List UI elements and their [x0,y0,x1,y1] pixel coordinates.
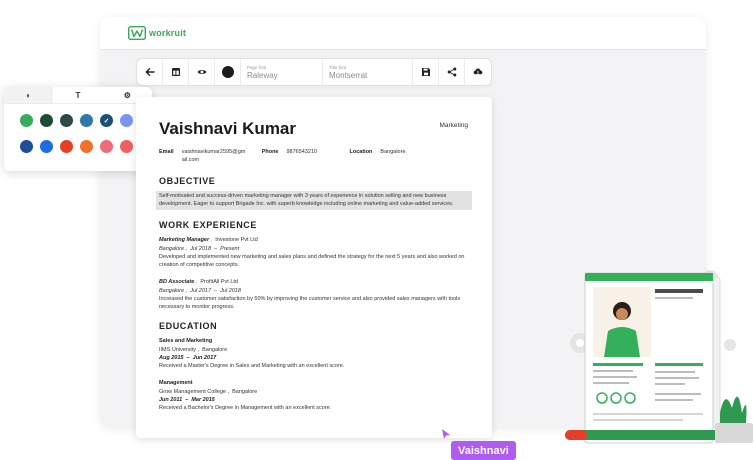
work-experience-heading: WORK EXPERIENCE [159,220,258,231]
location-value[interactable]: Bangalore [380,149,405,165]
email-line-1: vaishnavikumar2595@gm [181,149,246,155]
resume-illustration [565,270,753,444]
preview-button[interactable] [189,59,215,85]
phone-value[interactable]: 9876543210 [287,149,350,165]
job-description: Increased the customer satisfaction by 5… [159,295,461,311]
job-end: Jul 2018 [220,287,241,294]
page-font-select[interactable]: Page font Raleway [241,59,323,85]
color-swatch[interactable] [120,114,133,127]
job-end: Present [220,245,240,252]
resume-header: Vaishnavi Kumar Marketing [159,119,470,139]
education-degree: Management [159,380,193,387]
education-heading: EDUCATION [159,321,218,332]
style-panel-tabs: ◐ T ⚙ [4,87,152,104]
resume-role[interactable]: Marketing [439,122,468,129]
editor-toolbar: Page font Raleway Title font Montserrat [136,58,492,86]
download-button[interactable] [465,59,491,85]
color-swatch[interactable] [40,140,53,153]
cloud-download-icon [473,68,483,77]
share-icon [447,67,456,77]
education-school: Grow Management College [159,388,226,395]
theme-color-button[interactable] [215,59,241,85]
text-icon: T [75,90,81,100]
resume-name[interactable]: Vaishnavi Kumar [159,119,296,139]
education-city: Bangalore [232,388,258,395]
job-title: BD Associate [159,279,195,286]
job-start: Jul 2018 [190,245,211,252]
top-bar: workruit [100,17,706,50]
save-icon [421,68,430,76]
job-entry[interactable]: BD Associate , ProfitAll Pvt Ltd Bangalo… [159,278,470,311]
title-font-select[interactable]: Title font Montserrat [323,59,413,85]
tab-colors[interactable]: ◐ [4,87,54,103]
eye-icon [197,69,206,75]
job-city: Bangalore [159,287,185,294]
page-font-value: Raleway [247,70,278,80]
contrast-icon: ◐ [26,90,32,100]
brand-name: workruit [149,28,187,38]
education-end: Jun 2017 [192,354,217,361]
education-description: Received a Bachelor's Degree in Manageme… [159,405,332,412]
share-button[interactable] [439,59,465,85]
layout-icon [171,68,180,76]
stage: workruit Page font Raleway Title font Mo… [0,0,755,460]
save-button[interactable] [413,59,439,85]
title-font-value: Montserrat [329,70,368,80]
back-button[interactable] [137,59,163,85]
education-description: Received a Master's Degree in Sales and … [159,363,345,370]
phone-label: Phone [261,149,279,155]
education-start: Aug 2015 [159,354,184,361]
color-swatch[interactable]: ✓ [100,114,113,127]
color-swatch[interactable] [120,140,133,153]
education-end: Mar 2015 [191,396,215,403]
job-entry[interactable]: Marketing Manager , Investone Pvt Ltd Ba… [159,236,470,269]
education-start: Jun 2011 [159,396,183,403]
swatch-row-1: ✓ [4,114,152,127]
brand-logo[interactable]: workruit [128,26,186,40]
style-panel: ◐ T ⚙ ✓ [4,87,152,171]
cursor-pointer-icon [442,429,450,439]
layout-button[interactable] [163,59,189,85]
check-icon: ✓ [103,117,110,125]
education-entry[interactable]: Sales and Marketing IIMS University , Ba… [159,337,470,370]
objective-text[interactable]: Self-motivated and success-driven market… [156,190,472,211]
gear-icon [724,339,736,351]
education-school: IIMS University [159,346,196,353]
settings-icon: ⚙ [123,90,131,100]
education-entry[interactable]: Management Grow Management College , Ban… [159,379,470,412]
color-swatch[interactable] [80,140,93,153]
color-swatch[interactable] [60,140,73,153]
job-company: Investone Pvt Ltd [215,237,258,244]
arrow-left-icon [145,68,155,76]
color-dot [221,66,234,78]
workruit-logo-icon [128,26,146,40]
color-swatch[interactable] [100,140,113,153]
color-swatch[interactable] [60,114,73,127]
contact-row: Email vaishnavikumar2595@gm ail.com Phon… [159,149,470,165]
education-degree: Sales and Marketing [159,338,213,345]
page-font-label: Page font [247,64,267,70]
job-description: Developed and implemented new marketing … [159,253,465,269]
job-city: Bangalore [159,245,185,252]
swatch-row-2 [4,140,152,153]
color-swatch[interactable] [20,140,33,153]
job-title: Marketing Manager [159,237,210,244]
color-swatch[interactable] [20,114,33,127]
objective-heading: OBJECTIVE [159,175,216,186]
job-company: ProfitAll Pvt Ltd [200,279,238,286]
resume-document[interactable]: Vaishnavi Kumar Marketing Email vaishnav… [136,97,492,438]
title-font-label: Title font [329,64,347,70]
email-label: Email [159,149,174,155]
email-line-2: ail.com [181,156,200,163]
job-start: Jul 2017 [190,287,211,294]
color-swatch[interactable] [40,114,53,127]
collaborator-name-badge: Vaishnavi [451,441,516,460]
color-swatch[interactable] [80,114,93,127]
education-city: Bangalore [202,346,228,353]
email-value[interactable]: vaishnavikumar2595@gm ail.com [182,149,262,165]
location-label: Location [349,149,373,155]
tab-typography[interactable]: T [53,87,102,103]
